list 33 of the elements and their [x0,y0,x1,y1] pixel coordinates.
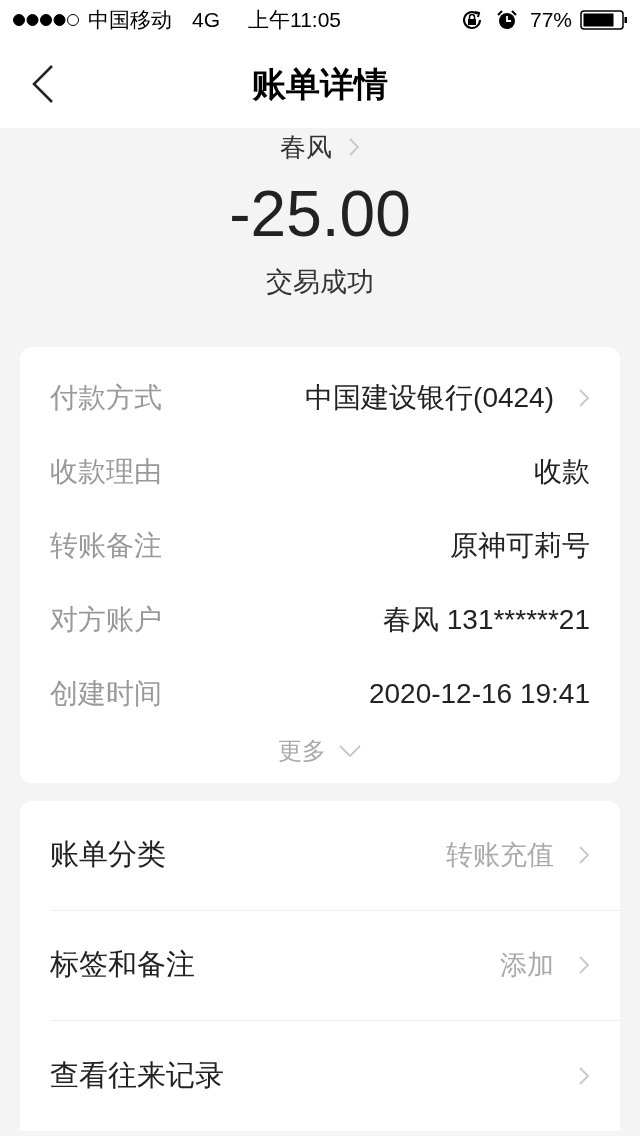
action-value: 添加 [500,948,554,982]
chevron-down-icon [338,743,362,758]
signal-icon [12,13,80,27]
chevron-right-icon [348,137,360,157]
chevron-right-icon [578,955,590,975]
amount: -25.00 [229,182,411,246]
detail-label: 创建时间 [50,676,162,711]
detail-label: 付款方式 [50,380,162,415]
network-type: 4G [192,7,220,34]
action-label[interactable]: 标签和备注 [50,943,195,987]
alarm-icon [495,9,518,31]
detail-value[interactable]: 中国建设银行(0424) [305,376,554,419]
chevron-right-icon [578,1065,590,1086]
detail-value: 原神可莉号 [450,528,590,563]
back-icon [30,64,54,104]
clock: 上午11:05 [248,7,341,34]
page-title: 账单详情 [252,63,388,105]
action-value: 转账充值 [446,838,554,872]
battery-icon [580,9,628,31]
detail-value: 收款 [534,454,590,489]
detail-value: 2020-12-16 19:41 [368,676,590,711]
action-label[interactable]: 查看往来记录 [50,1053,224,1098]
detail-label: 对方账户 [50,602,162,637]
transaction-status: 交易成功 [266,266,374,299]
action-label[interactable]: 账单分类 [50,833,166,877]
detail-label: 转账备注 [50,528,162,563]
payee-link[interactable]: 春风 [280,132,360,162]
detail-label: 收款理由 [50,454,162,489]
battery-percent: 77% [529,7,572,34]
carrier: 中国移动 [88,7,172,34]
detail-value: 春风 131******21 [382,602,590,637]
chevron-right-icon [578,845,590,865]
chevron-right-icon [578,387,590,408]
